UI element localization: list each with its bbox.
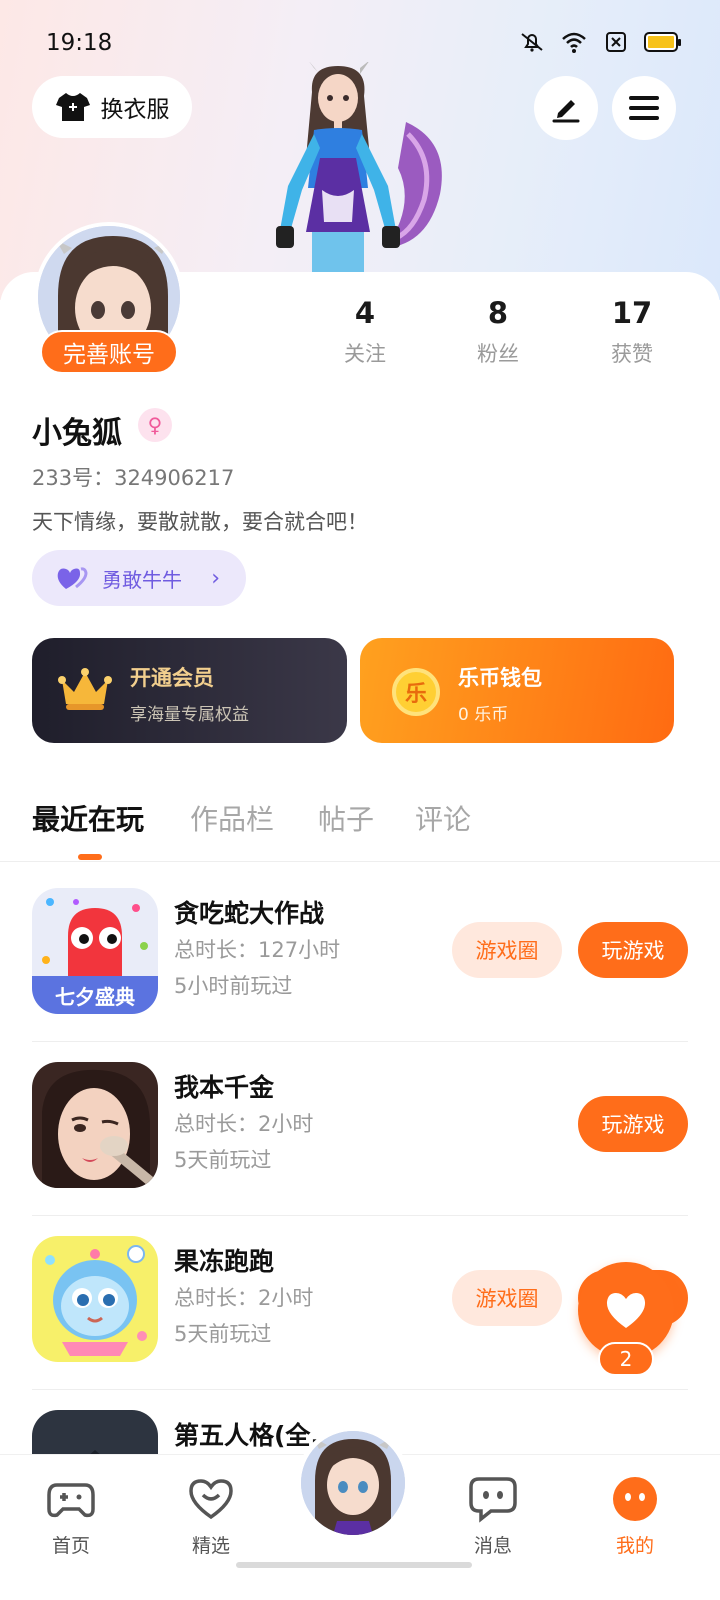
female-gender-icon: ♀	[138, 408, 172, 442]
nav-home[interactable]: 首页	[26, 1475, 116, 1558]
game-icon-jelly-run	[32, 1236, 158, 1362]
tab-works[interactable]: 作品栏	[190, 798, 274, 838]
tab-posts[interactable]: 帖子	[318, 798, 374, 838]
wallet-balance: 0 乐币	[458, 705, 509, 725]
nav-messages-label: 消息	[473, 1535, 512, 1557]
coin-icon: 乐	[392, 668, 440, 716]
edit-profile-button[interactable]	[534, 76, 598, 140]
no-sim-icon	[606, 32, 626, 52]
game-icon-text: 七夕盛典	[55, 985, 135, 1009]
vip-title: 开通会员	[130, 666, 214, 690]
nav-home-label: 首页	[51, 1535, 90, 1557]
nav-me[interactable]: 我的	[590, 1475, 680, 1558]
badge-tag-button[interactable]: 勇敢牛牛 ›	[32, 550, 246, 606]
likes-count: 17	[611, 296, 653, 330]
nav-messages[interactable]: 消息	[448, 1475, 538, 1558]
game-circle-button[interactable]: 游戏圈	[452, 1270, 562, 1326]
active-tab-indicator	[78, 854, 102, 860]
profile-face-icon	[613, 1477, 657, 1521]
game-row[interactable]: 七夕盛典 贪吃蛇大作战 总时长：127小时 5小时前玩过 游戏圈 玩游戏	[32, 868, 688, 1042]
vip-membership-card[interactable]: 开通会员 享海量专属权益	[32, 638, 347, 743]
change-outfit-label: 换衣服	[100, 97, 170, 123]
user-bio: 天下情缘，要散就散，要合就合吧！	[32, 510, 368, 534]
likes-label: 获赞	[611, 342, 653, 366]
chevron-right-icon: ›	[211, 565, 220, 591]
game-circle-button[interactable]: 游戏圈	[452, 922, 562, 978]
following-label: 关注	[344, 342, 386, 366]
complete-account-button[interactable]: 完善账号	[40, 330, 178, 374]
game-title: 我本千金	[174, 1073, 275, 1102]
game-row[interactable]: 我本千金 总时长：2小时 5天前玩过 玩游戏	[32, 1042, 688, 1216]
hamburger-menu-icon	[629, 96, 659, 120]
user-id: 233号：324906217	[32, 466, 235, 490]
play-game-button[interactable]: 玩游戏	[578, 922, 688, 978]
menu-button[interactable]	[612, 76, 676, 140]
game-duration: 总时长：2小时	[174, 1112, 314, 1136]
nav-me-label: 我的	[615, 1535, 654, 1557]
gamepad-icon	[47, 1483, 95, 1518]
wallet-title: 乐币钱包	[458, 666, 542, 690]
followers-label: 粉丝	[477, 342, 519, 366]
game-last-played: 5小时前玩过	[174, 974, 293, 998]
game-icon-snake: 七夕盛典	[32, 888, 158, 1014]
game-duration: 总时长：2小时	[174, 1286, 314, 1310]
double-heart-icon	[57, 567, 88, 589]
status-icons	[518, 30, 681, 54]
tab-recently-played[interactable]: 最近在玩	[32, 798, 144, 838]
stat-following[interactable]: 4 关注	[315, 296, 415, 368]
center-avatar-portrait	[301, 1431, 405, 1535]
jelly-run-game-art	[32, 1236, 158, 1362]
nav-featured[interactable]: 精选	[166, 1475, 256, 1558]
game-duration: 总时长：127小时	[174, 938, 341, 962]
status-time: 19:18	[46, 30, 113, 56]
chat-bubble-icon	[469, 1477, 517, 1523]
stat-followers[interactable]: 8 粉丝	[448, 296, 548, 368]
badge-tag-label: 勇敢牛牛	[102, 567, 182, 592]
mute-bell-icon	[521, 33, 543, 52]
battery-icon	[644, 32, 681, 52]
tshirt-icon	[55, 93, 90, 121]
wifi-icon	[562, 32, 586, 53]
snake-game-art: 七夕盛典	[32, 888, 158, 1014]
avatar-character-figure[interactable]	[258, 62, 458, 274]
game-last-played: 5天前玩过	[174, 1322, 272, 1346]
rich-lady-game-art	[32, 1062, 158, 1188]
like-count-badge: 2	[598, 1342, 654, 1376]
nav-featured-label: 精选	[191, 1535, 230, 1557]
center-avatar-button[interactable]	[296, 1426, 410, 1540]
heart-outline-icon	[189, 1479, 233, 1520]
vip-subtitle: 享海量专属权益	[130, 705, 249, 725]
game-last-played: 5天前玩过	[174, 1148, 272, 1172]
game-title: 贪吃蛇大作战	[174, 899, 325, 928]
followers-count: 8	[487, 296, 509, 330]
game-title: 果冻跑跑	[174, 1247, 275, 1276]
username: 小兔狐	[32, 416, 122, 451]
change-outfit-button[interactable]: 换衣服	[32, 76, 192, 138]
tab-comments[interactable]: 评论	[415, 798, 471, 838]
stat-likes[interactable]: 17 获赞	[582, 296, 682, 368]
home-indicator	[236, 1562, 472, 1568]
play-game-button[interactable]: 玩游戏	[578, 1096, 688, 1152]
heart-icon	[606, 1293, 646, 1328]
following-count: 4	[354, 296, 376, 330]
game-icon-rich-lady	[32, 1062, 158, 1188]
pencil-icon	[552, 100, 580, 123]
wallet-card[interactable]: 乐 乐币钱包 0 乐币	[360, 638, 674, 743]
content-tabs: 最近在玩 作品栏 帖子 评论	[0, 792, 720, 862]
crown-icon	[58, 668, 112, 710]
